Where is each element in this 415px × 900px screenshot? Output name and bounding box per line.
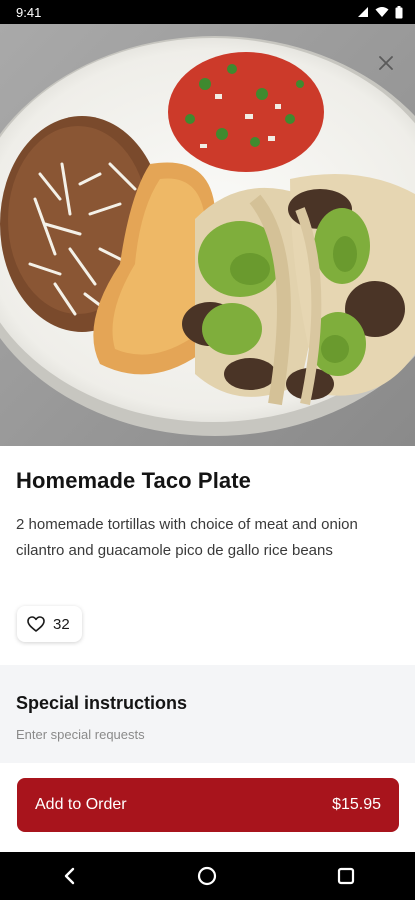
- taco-plate-illustration: [0, 24, 415, 446]
- nav-recents-button[interactable]: [316, 856, 376, 896]
- close-icon: [379, 56, 393, 70]
- status-bar: 9:41: [0, 0, 415, 24]
- item-photo: [0, 24, 415, 446]
- status-icons: [357, 5, 403, 19]
- back-icon: [64, 867, 75, 885]
- wifi-icon: [375, 7, 389, 17]
- system-nav-bar: [0, 852, 415, 900]
- like-count: 32: [53, 615, 70, 633]
- nav-home-button[interactable]: [177, 856, 237, 896]
- item-title: Homemade Taco Plate: [16, 468, 252, 493]
- recents-icon: [337, 867, 354, 885]
- heart-icon: [27, 616, 45, 632]
- close-button[interactable]: [373, 50, 399, 76]
- nav-back-button[interactable]: [39, 856, 99, 896]
- signal-icon: [358, 7, 368, 17]
- add-to-order-button[interactable]: Add to Order $15.95: [17, 778, 399, 832]
- home-icon: [198, 866, 217, 886]
- order-price: $15.95: [332, 796, 381, 813]
- add-to-order-label: Add to Order: [35, 796, 127, 813]
- like-button[interactable]: 32: [17, 606, 82, 642]
- special-instructions-title: Special instructions: [16, 693, 188, 713]
- battery-icon: [395, 5, 403, 18]
- special-instructions-input[interactable]: [16, 723, 396, 745]
- special-instructions-section: Special instructions: [0, 665, 415, 763]
- status-time: 9:41: [16, 4, 42, 20]
- item-description: 2 homemade tortillas with choice of meat…: [16, 516, 358, 559]
